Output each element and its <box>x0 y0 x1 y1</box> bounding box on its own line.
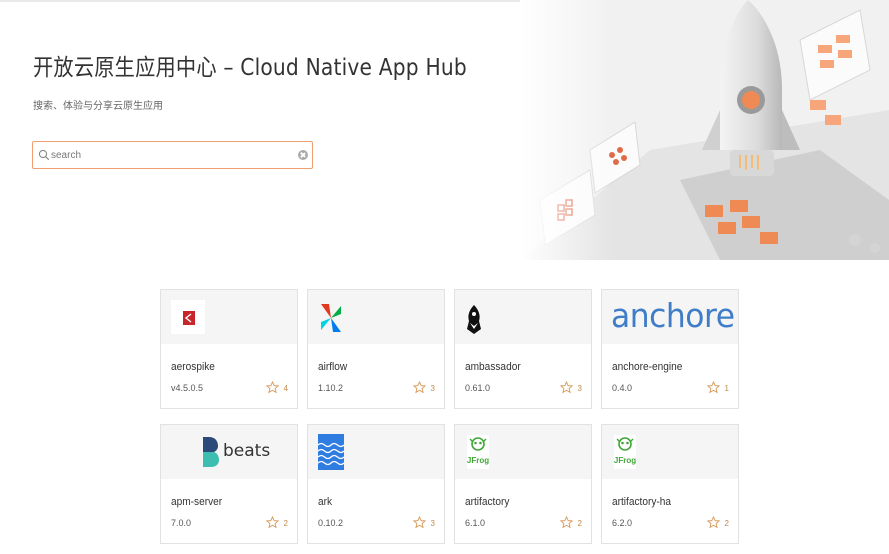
app-name: ark <box>318 496 333 508</box>
hero-banner: 开放云原生应用中心 – Cloud Native App Hub 搜索、体验与分… <box>0 0 889 260</box>
app-version: 0.61.0 <box>465 383 491 393</box>
logo-area: beats <box>161 425 297 479</box>
clear-icon[interactable] <box>298 150 308 160</box>
app-name: apm-server <box>171 496 223 508</box>
beats-logo-text: beats <box>223 441 271 461</box>
jfrog-logo-icon: JFrog <box>467 435 489 469</box>
app-name: airflow <box>318 361 348 373</box>
app-card-apm-server[interactable]: beats apm-server 7.0.0 2 <box>160 424 298 544</box>
star-count: 3 <box>430 519 435 528</box>
app-name: aerospike <box>171 361 215 373</box>
star-count: 2 <box>724 519 729 528</box>
app-version: v4.5.0.5 <box>171 383 204 393</box>
star-icon[interactable] <box>560 381 573 394</box>
star-count: 2 <box>283 519 288 528</box>
app-card-anchore-engine[interactable]: anchore anchore-engine 0.4.0 1 <box>601 289 739 409</box>
app-version: 1.10.2 <box>318 383 344 393</box>
app-card-airflow[interactable]: airflow 1.10.2 3 <box>307 289 445 409</box>
search-icon <box>38 149 50 161</box>
star-count: 3 <box>430 384 435 393</box>
search-input[interactable] <box>51 145 291 165</box>
logo-area: JFrog <box>455 425 591 479</box>
logo-area <box>308 290 444 344</box>
app-version: 0.10.2 <box>318 518 344 528</box>
star-count: 4 <box>283 384 288 393</box>
rocket-illustration <box>520 0 889 260</box>
logo-area <box>161 290 297 344</box>
app-name: anchore-engine <box>612 361 683 373</box>
ambassador-logo-icon <box>467 305 481 334</box>
star-count: 1 <box>724 384 729 393</box>
search-box[interactable] <box>32 141 313 169</box>
app-name: artifactory <box>465 496 510 508</box>
app-card-artifactory[interactable]: JFrog artifactory 6.1.0 2 <box>454 424 592 544</box>
star-count: 2 <box>577 519 582 528</box>
star-icon[interactable] <box>413 381 426 394</box>
app-name: ambassador <box>465 361 521 373</box>
star-icon[interactable] <box>413 516 426 529</box>
logo-area <box>455 290 591 344</box>
app-version: 0.4.0 <box>612 383 633 393</box>
ark-logo-icon <box>318 434 344 470</box>
page-title: 开放云原生应用中心 – Cloud Native App Hub <box>33 55 467 81</box>
app-card-aerospike[interactable]: aerospike v4.5.0.5 4 <box>160 289 298 409</box>
jfrog-logo-text: JFrog <box>467 456 489 465</box>
app-version: 6.2.0 <box>612 518 633 528</box>
app-card-ambassador[interactable]: ambassador 0.61.0 3 <box>454 289 592 409</box>
airflow-logo-icon <box>321 304 341 332</box>
logo-area <box>308 425 444 479</box>
app-card-ark[interactable]: ark 0.10.2 3 <box>307 424 445 544</box>
app-card-artifactory-ha[interactable]: JFrog artifactory-ha 6.2.0 2 <box>601 424 739 544</box>
star-count: 3 <box>577 384 582 393</box>
jfrog-logo-icon: JFrog <box>614 435 636 469</box>
beats-logo-icon <box>203 437 219 467</box>
star-icon[interactable] <box>266 516 279 529</box>
app-version: 7.0.0 <box>171 518 192 528</box>
app-version: 6.1.0 <box>465 518 486 528</box>
logo-area: anchore <box>602 290 738 344</box>
logo-area: JFrog <box>602 425 738 479</box>
star-icon[interactable] <box>707 381 720 394</box>
aerospike-logo-icon <box>171 300 205 334</box>
star-icon[interactable] <box>560 516 573 529</box>
anchore-logo: anchore <box>611 296 735 335</box>
page-subtitle: 搜索、体验与分享云原生应用 <box>33 101 163 112</box>
jfrog-logo-text: JFrog <box>614 456 636 465</box>
star-icon[interactable] <box>707 516 720 529</box>
app-name: artifactory-ha <box>612 496 672 508</box>
star-icon[interactable] <box>266 381 279 394</box>
